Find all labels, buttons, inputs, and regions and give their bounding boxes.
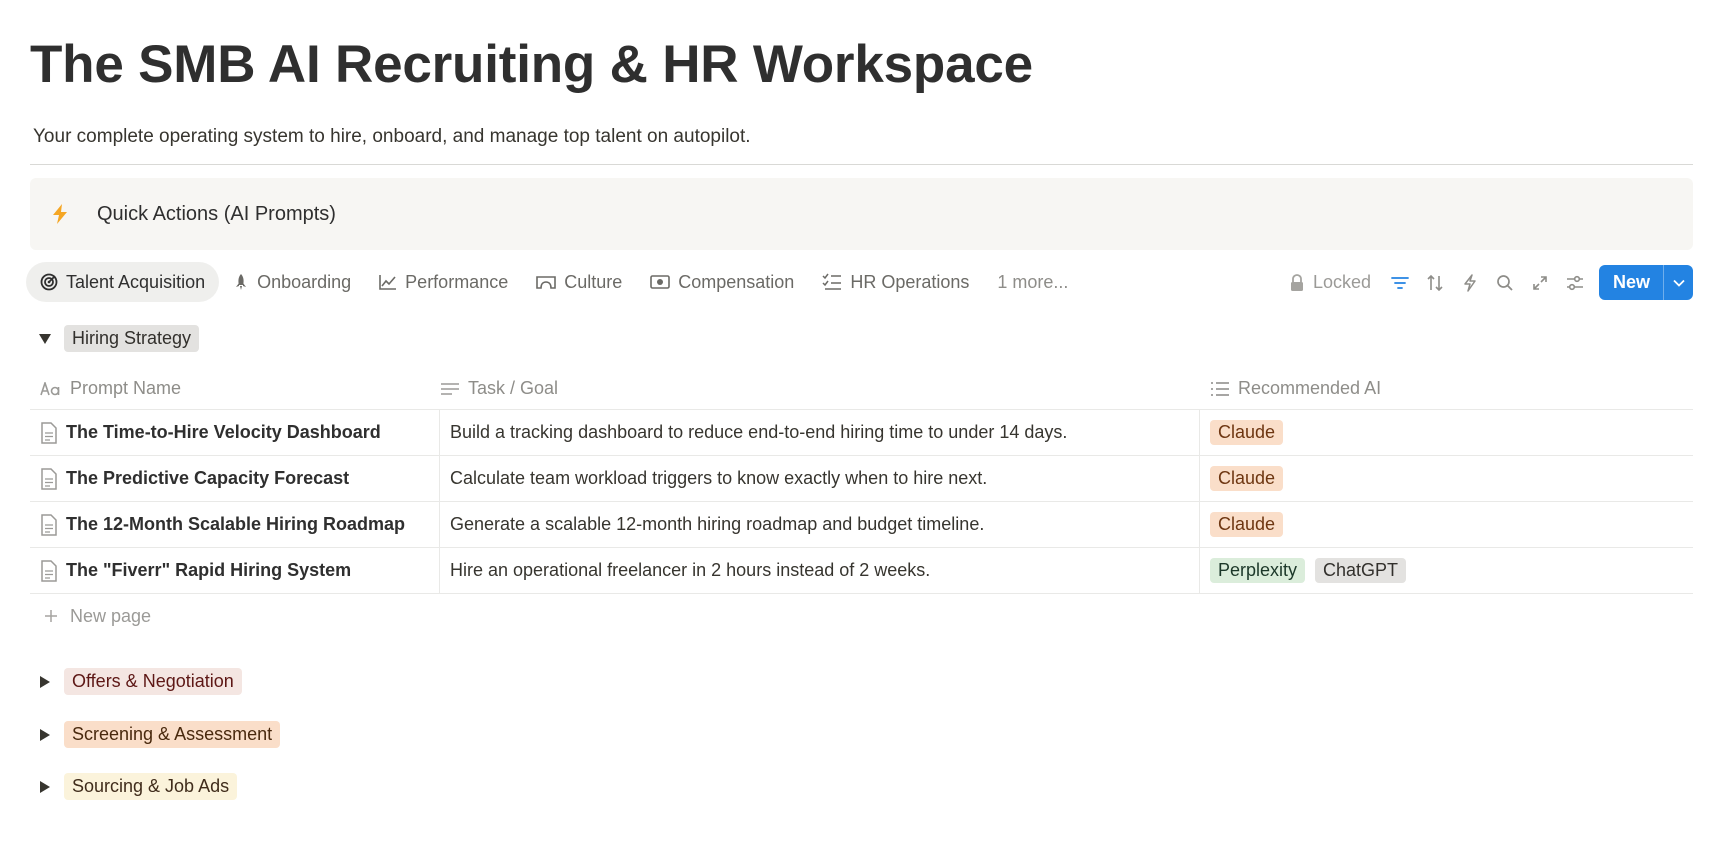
filter-icon [1391, 276, 1410, 289]
line-chart-icon [379, 275, 397, 290]
sort-icon [1427, 274, 1444, 291]
group-label[interactable]: Screening & Assessment [64, 721, 281, 748]
column-prompt-name[interactable]: Prompt Name [30, 368, 440, 409]
triangle-right-icon [40, 675, 50, 688]
ai-tag: Claude [1210, 512, 1284, 537]
tab-label: Performance [405, 271, 509, 292]
tab-more[interactable]: 1 more... [983, 262, 1082, 302]
lock-icon [1290, 273, 1303, 291]
new-dropdown-button[interactable] [1663, 265, 1693, 300]
database-toolbar: Locked New [1289, 265, 1693, 300]
group-label[interactable]: Hiring Strategy [64, 325, 200, 352]
tab-performance[interactable]: Performance [365, 262, 522, 302]
ai-tag: Claude [1210, 466, 1284, 491]
page-subtitle: Your complete operating system to hire, … [33, 126, 751, 147]
text-aa-icon [40, 381, 60, 395]
tab-label: 1 more... [997, 271, 1069, 292]
tab-talent-acquisition[interactable]: Talent Acquisition [26, 262, 220, 302]
chevron-down-icon [1672, 279, 1685, 287]
quick-actions-callout[interactable]: Quick Actions (AI Prompts) [30, 178, 1693, 250]
tab-hr-operations[interactable]: HR Operations [808, 262, 983, 302]
tab-label: HR Operations [850, 271, 970, 292]
view-tabs: Talent Acquisition Onboarding Performanc… [26, 262, 1082, 302]
settings-button[interactable] [1558, 265, 1593, 300]
new-page-button[interactable]: New page [30, 594, 1693, 638]
tab-label: Compensation [678, 271, 795, 292]
tab-compensation[interactable]: Compensation [636, 262, 808, 302]
triangle-right-icon [40, 728, 50, 741]
new-page-label: New page [70, 605, 152, 626]
search-button[interactable] [1488, 265, 1523, 300]
prompt-name[interactable]: The Predictive Capacity Forecast [66, 468, 349, 489]
table-row[interactable]: The 12-Month Scalable Hiring Roadmap Gen… [30, 502, 1693, 548]
new-button-group: New [1598, 265, 1693, 300]
page-icon [41, 467, 57, 490]
table-header: Prompt Name Task / Goal Recommended AI [30, 368, 1693, 410]
lightning-outline-icon [1464, 273, 1477, 292]
group-header-hiring-strategy: Hiring Strategy [38, 325, 200, 352]
sort-button[interactable] [1418, 265, 1453, 300]
sliders-icon [1567, 275, 1584, 290]
table-row[interactable]: The Time-to-Hire Velocity Dashboard Buil… [30, 410, 1693, 456]
group-toggle[interactable] [38, 675, 52, 689]
tab-label: Culture [564, 271, 623, 292]
tab-onboarding[interactable]: Onboarding [219, 262, 365, 302]
group-toggle[interactable] [38, 332, 52, 346]
expand-button[interactable] [1523, 265, 1558, 300]
tab-culture[interactable]: Culture [522, 262, 636, 302]
plus-icon [45, 610, 57, 622]
task-goal: Build a tracking dashboard to reduce end… [450, 422, 1068, 442]
triangle-down-icon [39, 333, 51, 344]
table-row[interactable]: The Predictive Capacity Forecast Calcula… [30, 456, 1693, 502]
prompt-name[interactable]: The "Fiverr" Rapid Hiring System [66, 560, 351, 581]
target-icon [40, 273, 58, 291]
prompt-name[interactable]: The 12-Month Scalable Hiring Roadmap [66, 514, 405, 535]
column-label: Prompt Name [70, 378, 182, 398]
filter-button[interactable] [1383, 265, 1418, 300]
automation-button[interactable] [1453, 265, 1488, 300]
callout-label: Quick Actions (AI Prompts) [97, 202, 336, 225]
group-toggle[interactable] [38, 728, 52, 742]
search-icon [1497, 274, 1514, 291]
lightning-icon [50, 203, 76, 225]
divider [30, 164, 1693, 165]
tab-label: Talent Acquisition [66, 271, 206, 292]
triangle-right-icon [40, 780, 50, 793]
prompts-table: Prompt Name Task / Goal Recommended AI T… [30, 368, 1693, 638]
group-label[interactable]: Sourcing & Job Ads [64, 773, 238, 800]
ai-tag: Claude [1210, 420, 1284, 445]
ai-tag: Perplexity [1210, 558, 1306, 583]
list-icon [1211, 381, 1229, 396]
table-row[interactable]: The "Fiverr" Rapid Hiring System Hire an… [30, 548, 1693, 594]
rocket-icon [236, 274, 247, 290]
tab-label: Onboarding [257, 271, 352, 292]
expand-icon [1533, 275, 1548, 290]
column-label: Task / Goal [468, 378, 559, 398]
column-recommended-ai[interactable]: Recommended AI [1210, 368, 1381, 409]
task-goal: Hire an operational freelancer in 2 hour… [450, 560, 931, 580]
task-goal: Calculate team workload triggers to know… [450, 468, 988, 488]
bridge-icon [536, 276, 557, 289]
page-icon [41, 421, 57, 444]
new-button[interactable]: New [1599, 265, 1663, 300]
locked-label: Locked [1312, 272, 1371, 292]
column-task-goal[interactable]: Task / Goal [440, 368, 1210, 409]
task-goal: Generate a scalable 12-month hiring road… [450, 514, 985, 534]
group-header-screening-assessment: Screening & Assessment [38, 721, 281, 748]
ai-tag: ChatGPT [1315, 558, 1407, 583]
prompt-name[interactable]: The Time-to-Hire Velocity Dashboard [66, 422, 381, 443]
lines-icon [441, 382, 459, 395]
group-header-offers-negotiation: Offers & Negotiation [38, 668, 242, 695]
page-title: The SMB AI Recruiting & HR Workspace [30, 35, 1033, 94]
page-icon [41, 559, 57, 582]
column-label: Recommended AI [1238, 378, 1382, 398]
group-header-sourcing-job-ads: Sourcing & Job Ads [38, 773, 238, 800]
group-toggle[interactable] [38, 780, 52, 794]
page-icon [41, 513, 57, 536]
group-label[interactable]: Offers & Negotiation [64, 668, 242, 695]
locked-indicator[interactable]: Locked [1289, 272, 1371, 293]
checklist-icon [822, 273, 842, 290]
money-icon [650, 275, 671, 289]
